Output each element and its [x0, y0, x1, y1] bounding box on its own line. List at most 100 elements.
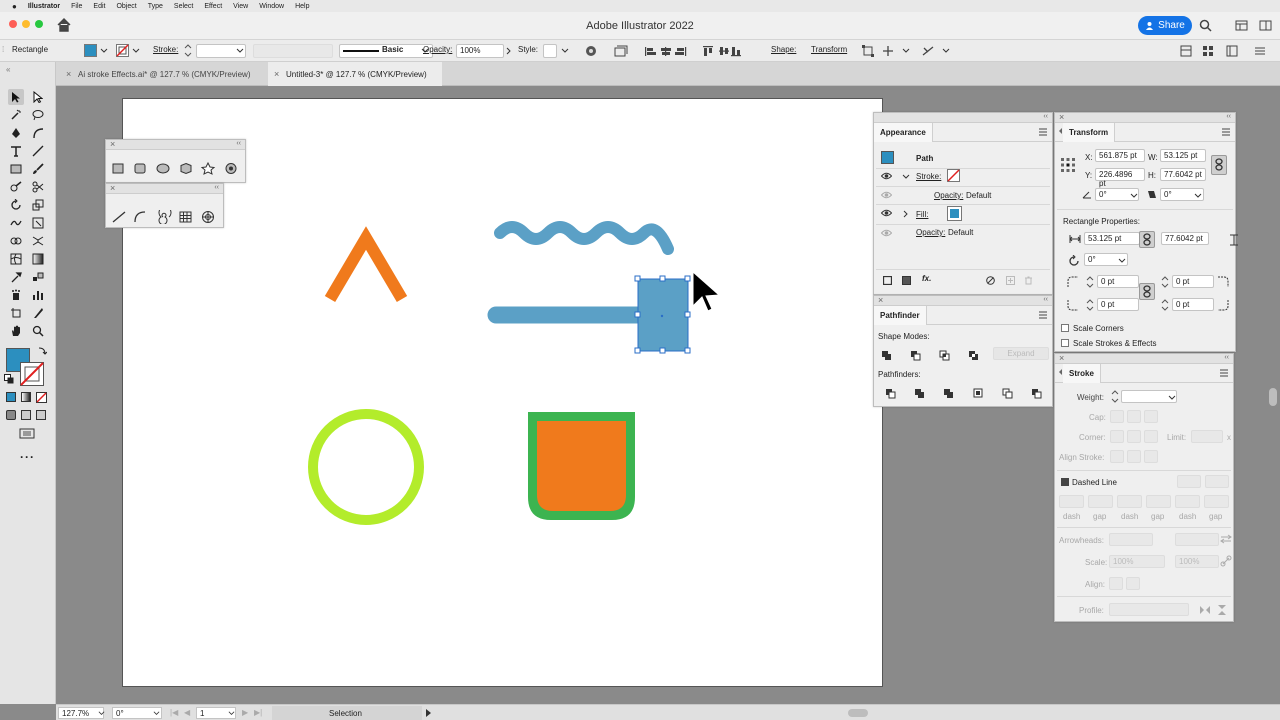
arrange-documents-icon[interactable] [1235, 20, 1248, 31]
stroke-none-swatch[interactable] [947, 169, 960, 182]
gradient-mode-button[interactable] [21, 392, 31, 402]
miter-limit-input[interactable] [1191, 430, 1223, 443]
clear-appearance-icon[interactable] [986, 276, 995, 285]
magic-wand-tool[interactable] [8, 107, 24, 123]
stroke-opacity-label[interactable]: Opacity: [934, 191, 963, 200]
stepper-icon[interactable] [1161, 275, 1169, 289]
mesh-tool[interactable] [8, 251, 24, 267]
chevron-down-icon[interactable] [1194, 192, 1202, 200]
default-fill-stroke-icon[interactable] [4, 374, 14, 384]
symbol-sprayer-tool[interactable] [8, 287, 24, 303]
previous-artboard-icon[interactable]: ◀ [184, 708, 190, 717]
blend-tool[interactable] [30, 269, 46, 285]
duplicate-item-icon[interactable] [1006, 276, 1015, 285]
menu-select[interactable]: Select [174, 3, 193, 10]
graphic-style-swatch[interactable] [543, 44, 557, 58]
handle-bottom-center[interactable] [659, 347, 666, 354]
handle-middle-left[interactable] [634, 311, 641, 318]
corner-radius-bottom-left[interactable]: 0 pt [1097, 298, 1139, 311]
control-bar-menu-icon[interactable] [1254, 45, 1266, 57]
perspective-grid-tool[interactable] [30, 233, 46, 249]
tab-stroke[interactable]: Stroke [1063, 363, 1101, 383]
shape-builder-tool[interactable] [8, 233, 24, 249]
align-buttons-group[interactable] [645, 45, 741, 57]
panel-titlebar[interactable]: × ‹‹ [874, 295, 1052, 306]
square-cap-button[interactable] [1144, 410, 1158, 423]
handle-top-center[interactable] [659, 275, 666, 282]
chevron-down-icon[interactable] [942, 47, 950, 55]
corner-type-icon[interactable] [1217, 276, 1229, 288]
start-scale-input[interactable]: 100% [1109, 555, 1165, 568]
panel-menu-icon[interactable] [1039, 128, 1047, 136]
next-artboard-icon[interactable]: ▶ [242, 708, 248, 717]
butt-cap-button[interactable] [1110, 410, 1124, 423]
artboard[interactable] [122, 98, 883, 687]
none-mode-button[interactable] [36, 392, 47, 403]
transform-link[interactable]: Transform [811, 45, 847, 54]
draw-inside-button[interactable] [36, 410, 46, 420]
visibility-eye-icon[interactable] [881, 172, 892, 180]
object-opacity-label[interactable]: Opacity: [916, 228, 945, 237]
corner-radius-top-left[interactable]: 0 pt [1097, 275, 1139, 288]
scale-corners-checkbox[interactable] [1061, 324, 1069, 332]
gap-1-input[interactable] [1088, 495, 1113, 508]
workspace-switcher-icon[interactable] [1259, 20, 1272, 31]
stroke-color-swatch[interactable] [20, 362, 44, 386]
stroke-label[interactable]: Stroke: [153, 45, 178, 54]
menu-view[interactable]: View [233, 3, 248, 10]
align-inside-button[interactable] [1127, 450, 1141, 463]
menu-file[interactable]: File [71, 3, 82, 10]
lime-circle-ring[interactable] [308, 409, 424, 525]
warp-tool[interactable] [8, 215, 24, 231]
close-icon[interactable]: × [878, 295, 883, 305]
stroke-weight-stepper[interactable] [184, 43, 192, 58]
close-icon[interactable]: × [274, 69, 279, 79]
type-tool[interactable] [8, 143, 24, 159]
x-position-input[interactable]: 561.875 pt [1095, 149, 1145, 162]
lasso-tool[interactable] [30, 107, 46, 123]
rotate-tool[interactable] [8, 197, 24, 213]
chevron-down-icon[interactable] [1168, 394, 1176, 402]
chevron-down-icon[interactable] [132, 47, 140, 55]
align-dash-button[interactable] [1205, 475, 1229, 488]
chevron-down-icon[interactable] [902, 47, 910, 55]
preserve-dash-button[interactable] [1177, 475, 1201, 488]
color-mode-button[interactable] [6, 392, 16, 402]
round-join-button[interactable] [1127, 430, 1141, 443]
chevron-down-icon[interactable] [153, 710, 160, 717]
menu-type[interactable]: Type [148, 3, 163, 10]
swap-arrowheads-icon[interactable] [1220, 534, 1232, 544]
direct-selection-tool[interactable] [30, 89, 46, 105]
add-effect-button[interactable]: fx. [922, 274, 931, 283]
tab-untitled-3[interactable]: × Untitled-3* @ 127.7 % (CMYK/Preview) [268, 62, 442, 86]
close-icon[interactable]: × [110, 183, 115, 193]
bevel-join-button[interactable] [1144, 430, 1158, 443]
stepper-icon[interactable] [1161, 298, 1169, 312]
menu-object[interactable]: Object [116, 3, 136, 10]
dash-3-input[interactable] [1175, 495, 1200, 508]
pathfinder-buttons[interactable] [886, 388, 1046, 399]
gradient-tool[interactable] [30, 251, 46, 267]
panel-titlebar[interactable]: × ‹‹ [1055, 353, 1233, 364]
panel-view-icon[interactable] [1226, 45, 1238, 57]
handle-bottom-left[interactable] [634, 347, 641, 354]
y-position-input[interactable]: 226.4896 pt [1095, 168, 1145, 188]
align-center-button[interactable] [1110, 450, 1124, 463]
collapse-icon[interactable]: ‹‹ [1226, 113, 1231, 120]
swap-fill-stroke-icon[interactable] [37, 346, 47, 356]
visibility-eye-icon-dim[interactable] [881, 191, 892, 199]
horizontal-scrollbar-thumb[interactable] [848, 709, 868, 717]
variable-width-profile[interactable] [253, 44, 333, 58]
draw-behind-button[interactable] [21, 410, 31, 420]
menu-effect[interactable]: Effect [204, 3, 222, 10]
tab-pathfinder[interactable]: Pathfinder [874, 305, 927, 325]
apple-icon[interactable]: ● [12, 2, 17, 11]
rectangle-tool[interactable] [8, 161, 24, 177]
profile-select[interactable] [1109, 603, 1189, 616]
chevron-down-icon[interactable] [100, 47, 108, 55]
round-cap-button[interactable] [1127, 410, 1141, 423]
first-artboard-icon[interactable]: |◀ [170, 708, 178, 717]
dash-1-input[interactable] [1059, 495, 1084, 508]
share-button[interactable]: Share [1138, 16, 1192, 35]
reference-point-icon[interactable] [1061, 158, 1075, 172]
